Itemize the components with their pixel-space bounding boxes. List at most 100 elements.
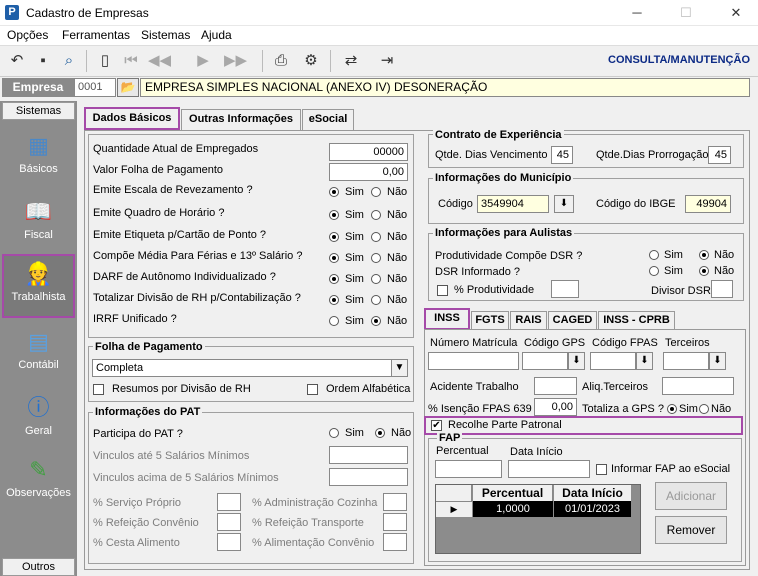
terceiros-field[interactable]	[663, 352, 709, 370]
menu-opcoes[interactable]: Opções	[7, 28, 48, 42]
totaliza-sim-radio[interactable]: Sim	[667, 403, 698, 415]
sidebar-item-observacoes[interactable]: ✎ Observações	[2, 452, 75, 512]
dsr-sim-radio[interactable]: Sim	[649, 265, 683, 277]
participa-sim-radio[interactable]: Sim	[329, 427, 364, 439]
open-folder-icon[interactable]: 📂	[117, 78, 139, 97]
question-sim-radio[interactable]: Sim	[329, 231, 364, 243]
exit-icon[interactable]: ⇥	[376, 51, 398, 71]
valor-folha-field[interactable]: 0,00	[329, 163, 408, 181]
question-sim-radio[interactable]: Sim	[329, 252, 364, 264]
acidente-trabalho-field[interactable]	[534, 377, 577, 395]
question-nao-radio[interactable]: Não	[371, 315, 407, 327]
question-nao-radio[interactable]: Não	[371, 186, 407, 198]
minimize-icon[interactable]: ─	[627, 4, 647, 22]
question-nao-radio[interactable]: Não	[371, 294, 407, 306]
tab-rais[interactable]: RAIS	[510, 311, 547, 329]
empresa-name-field[interactable]: EMPRESA SIMPLES NACIONAL (ANEXO IV) DESO…	[140, 78, 750, 97]
transfer-icon[interactable]: ⇄	[340, 51, 362, 71]
menu-ferramentas[interactable]: Ferramentas	[62, 28, 130, 42]
tab-inss-cprb[interactable]: INSS - CPRB	[598, 311, 675, 329]
tab-esocial[interactable]: eSocial	[302, 109, 354, 130]
sidebar-item-contabil[interactable]: ▤ Contábil	[2, 324, 75, 384]
question-sim-radio[interactable]: Sim	[329, 294, 364, 306]
pct-alimentacao-convenio-field[interactable]	[383, 533, 407, 551]
gps-lookup-arrow-icon[interactable]: ⬇	[568, 352, 585, 370]
tab-outras-informacoes[interactable]: Outras Informações	[181, 109, 301, 130]
codigo-ibge-field[interactable]: 49904	[685, 195, 731, 213]
grid-header-percentual[interactable]: Percentual	[473, 485, 553, 501]
vinculos-acima-field[interactable]	[329, 468, 408, 486]
aliq-terceiros-field[interactable]	[662, 377, 734, 395]
pct-cesta-alimento-field[interactable]	[217, 533, 241, 551]
menu-sistemas[interactable]: Sistemas	[141, 28, 190, 42]
produtividade-sim-radio[interactable]: Sim	[649, 249, 683, 261]
adicionar-button[interactable]: Adicionar	[655, 482, 727, 510]
pct-refeicao-transporte-field[interactable]	[383, 513, 407, 531]
tab-dados-basicos[interactable]: Dados Básicos	[84, 107, 180, 130]
pct-servico-proprio-field[interactable]	[217, 493, 241, 511]
divisor-dsr-field[interactable]	[711, 280, 733, 298]
question-sim-radio[interactable]: Sim	[329, 186, 364, 198]
totaliza-nao-radio[interactable]: Não	[699, 403, 731, 415]
question-nao-radio[interactable]: Não	[371, 231, 407, 243]
codigo-gps-field[interactable]	[522, 352, 568, 370]
produtividade-nao-radio[interactable]: Não	[699, 249, 734, 261]
pct-produtividade-field[interactable]	[551, 280, 579, 298]
next-icon[interactable]: ▶	[192, 51, 214, 71]
sidebar-footer[interactable]: Outros	[2, 558, 75, 576]
grid-header-data[interactable]: Data Início	[554, 485, 631, 501]
grid-cell-data[interactable]: 01/01/2023	[554, 501, 631, 517]
pct-adm-cozinha-field[interactable]	[383, 493, 407, 511]
question-nao-radio[interactable]: Não	[371, 252, 407, 264]
folha-pagamento-select[interactable]: Completa	[92, 359, 392, 377]
sidebar-item-geral[interactable]: ⓘ Geral	[2, 390, 75, 450]
tab-fgts[interactable]: FGTS	[471, 311, 509, 329]
fap-percentual-field[interactable]	[435, 460, 502, 478]
participa-nao-radio[interactable]: Não	[375, 427, 411, 439]
remover-button[interactable]: Remover	[655, 516, 727, 544]
fpas-lookup-arrow-icon[interactable]: ⬇	[636, 352, 653, 370]
lookup-arrow-icon[interactable]: ⬇	[554, 195, 574, 213]
qtd-empregados-field[interactable]: 00000	[329, 143, 408, 161]
chevron-down-icon[interactable]: ▼	[391, 359, 408, 377]
dias-prorrogacao-field[interactable]: 45	[708, 146, 731, 164]
vinculos-ate-field[interactable]	[329, 446, 408, 464]
codigo-fpas-field[interactable]	[590, 352, 636, 370]
question-nao-radio[interactable]: Não	[371, 273, 407, 285]
menu-ajuda[interactable]: Ajuda	[201, 28, 232, 42]
preview-icon[interactable]: ▯	[94, 51, 116, 71]
sidebar-item-fiscal[interactable]: 📖 Fiscal	[2, 194, 75, 254]
recolhe-parte-patronal-checkbox[interactable]: ✔ Recolhe Parte Patronal	[431, 419, 562, 431]
print-icon[interactable]: ⎙	[270, 51, 292, 71]
pct-refeicao-convenio-field[interactable]	[217, 513, 241, 531]
save-icon[interactable]: ▪	[32, 51, 54, 71]
sidebar-item-basicos[interactable]: ▦ Básicos	[2, 128, 75, 188]
tab-caged[interactable]: CAGED	[548, 311, 597, 329]
grid-cell-percentual[interactable]: 1,0000	[473, 501, 553, 517]
informar-fap-checkbox[interactable]: Informar FAP ao eSocial	[596, 463, 730, 475]
next-record-icon[interactable]: ▶▶	[224, 51, 247, 71]
numero-matricula-field[interactable]	[428, 352, 519, 370]
fap-data-field[interactable]	[508, 460, 590, 478]
isencao-fpas-field[interactable]: 0,00	[534, 398, 577, 416]
resumos-checkbox[interactable]: Resumos por Divisão de RH	[93, 383, 251, 395]
undo-icon[interactable]: ↶	[6, 51, 28, 71]
pct-produtividade-checkbox[interactable]: % Produtividade	[437, 284, 534, 296]
question-sim-radio[interactable]: Sim	[329, 273, 364, 285]
tab-inss[interactable]: INSS	[424, 308, 470, 330]
terceiros-lookup-arrow-icon[interactable]: ⬇	[709, 352, 726, 370]
first-record-icon[interactable]: ⏮	[120, 51, 142, 71]
question-nao-radio[interactable]: Não	[371, 209, 407, 221]
previous-record-icon[interactable]: ◀◀	[148, 51, 171, 71]
close-icon[interactable]: ✕	[726, 4, 746, 22]
maximize-icon[interactable]: ☐	[676, 4, 696, 22]
question-sim-radio[interactable]: Sim	[329, 209, 364, 221]
tools-icon[interactable]: ⚙	[300, 51, 322, 71]
search-icon[interactable]: ⌕	[58, 51, 80, 71]
codigo-municipio-field[interactable]: 3549904	[477, 195, 549, 213]
empresa-code-field[interactable]: 0001	[74, 78, 116, 97]
sidebar-item-trabalhista[interactable]: 👷 Trabalhista	[2, 254, 75, 318]
question-sim-radio[interactable]: Sim	[329, 315, 364, 327]
dias-vencimento-field[interactable]: 45	[551, 146, 573, 164]
ordem-alfabetica-checkbox[interactable]: Ordem Alfabética	[307, 383, 410, 395]
